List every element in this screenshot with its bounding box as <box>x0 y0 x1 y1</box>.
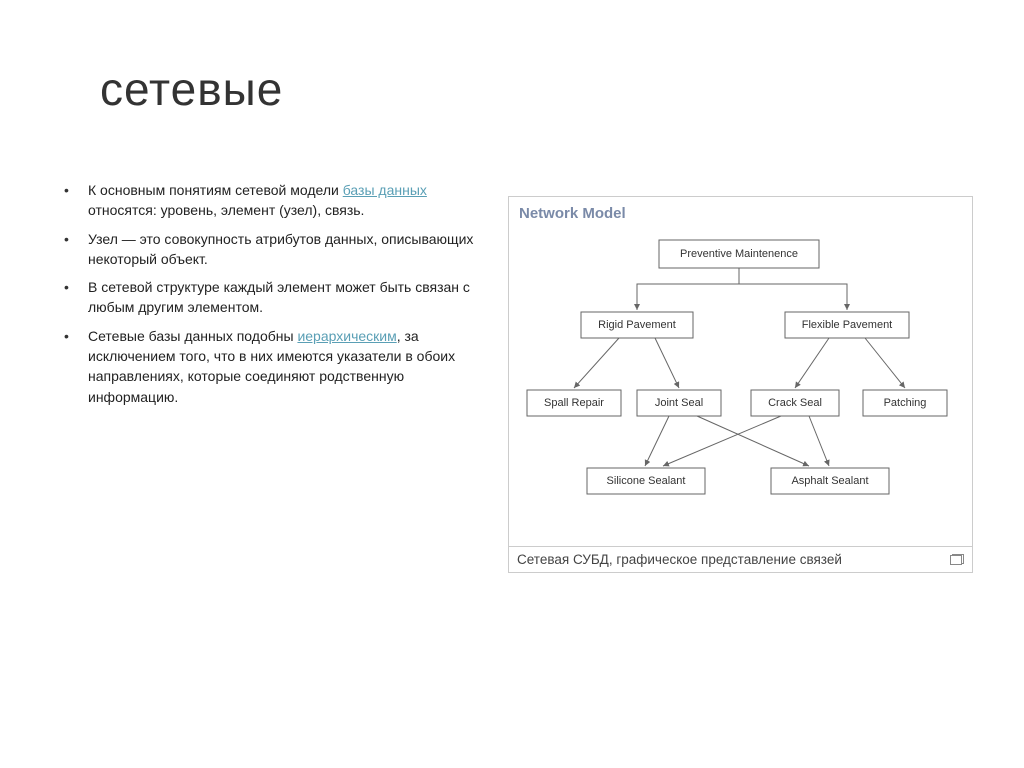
list-item: Узел — это совокупность атрибутов данных… <box>48 229 478 270</box>
node-patching-label: Patching <box>884 397 927 409</box>
node-asphalt-sealant-label: Asphalt Sealant <box>791 475 868 487</box>
figure-caption: Сетевая СУБД, графическое представление … <box>517 552 842 567</box>
bullet-text: относятся: уровень, элемент (узел), связ… <box>88 202 364 218</box>
bullet-text: В сетевой структуре каждый элемент может… <box>88 279 470 315</box>
node-rigid-pavement-label: Rigid Pavement <box>598 319 676 331</box>
bullet-list: К основным понятиям сетевой модели базы … <box>48 180 478 407</box>
list-item: К основным понятиям сетевой модели базы … <box>48 180 478 221</box>
bullet-text: Сетевые базы данных подобны <box>88 328 297 344</box>
bullet-text: Узел — это совокупность атрибутов данных… <box>88 231 473 267</box>
node-crack-seal-label: Crack Seal <box>768 397 822 409</box>
node-joint-seal-label: Joint Seal <box>655 397 703 409</box>
enlarge-icon[interactable] <box>950 554 964 565</box>
figure-caption-row: Сетевая СУБД, графическое представление … <box>509 547 972 572</box>
list-item: Сетевые базы данных подобны иерархически… <box>48 326 478 407</box>
node-root-label: Preventive Maintenence <box>680 248 798 260</box>
node-silicone-sealant-label: Silicone Sealant <box>607 475 686 487</box>
slide-title: сетевые <box>100 62 283 116</box>
bullet-content: К основным понятиям сетевой модели базы … <box>48 180 478 415</box>
node-spall-repair-label: Spall Repair <box>544 397 604 409</box>
diagram-figure: Network Model Preventive Maintenence <box>508 196 973 573</box>
list-item: В сетевой структуре каждый элемент может… <box>48 277 478 318</box>
link-hierarchical[interactable]: иерархическим <box>297 328 396 344</box>
bullet-text: К основным понятиям сетевой модели <box>88 182 343 198</box>
link-database[interactable]: базы данных <box>343 182 427 198</box>
diagram-area: Network Model Preventive Maintenence <box>509 197 972 547</box>
network-model-diagram: Preventive Maintenence Rigid Pavement Fl… <box>519 232 959 532</box>
diagram-heading: Network Model <box>519 205 962 222</box>
node-flexible-pavement-label: Flexible Pavement <box>802 319 893 331</box>
